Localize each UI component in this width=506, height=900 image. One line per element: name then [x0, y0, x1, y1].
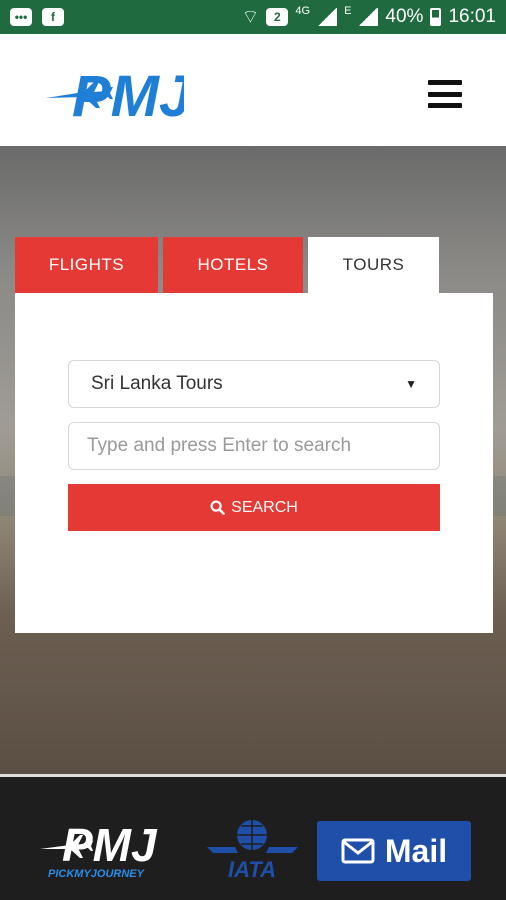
tour-select[interactable]: Sri Lanka Tours ▼ [68, 360, 440, 408]
footer-logo-text: PMJ [62, 819, 158, 871]
mail-button[interactable]: Mail [317, 821, 471, 881]
signal-icon-2 [358, 8, 379, 26]
battery-percent: 40% [385, 6, 424, 27]
menu-bar-icon [428, 91, 462, 97]
tour-select-value: Sri Lanka Tours [91, 373, 223, 394]
signal-icon [317, 8, 338, 26]
footer-pmj-logo: PMJ PICKMYJOURNEY [40, 819, 158, 880]
wifi-icon: ⌔ [241, 7, 260, 28]
site-header: PMJ [0, 34, 506, 146]
network-type-2: E [344, 5, 352, 17]
footer: PMJ PICKMYJOURNEY IATA Mail [0, 774, 506, 900]
tab-flights[interactable]: FLIGHTS [15, 237, 158, 293]
search-button-label: SEARCH [231, 498, 298, 516]
message-icon: ••• [10, 8, 32, 26]
search-input[interactable] [68, 422, 440, 470]
search-button[interactable]: SEARCH [68, 484, 440, 531]
status-bar: ••• f ⌔ 2 4G E 40% 16:01 [0, 0, 506, 34]
footer-tagline: PICKMYJOURNEY [48, 868, 146, 880]
iata-logo: IATA [207, 820, 298, 882]
pmj-logo[interactable]: PMJ [44, 58, 184, 128]
sim-badge: 2 [266, 8, 289, 26]
battery-icon [430, 8, 442, 26]
mail-icon [341, 838, 375, 864]
menu-bar-icon [428, 80, 462, 85]
search-icon [210, 500, 225, 515]
dropdown-caret-icon: ▼ [405, 377, 417, 391]
menu-bar-icon [428, 103, 462, 108]
tab-hotels[interactable]: HOTELS [163, 237, 303, 293]
clock: 16:01 [448, 6, 496, 27]
tab-tours[interactable]: TOURS [308, 237, 439, 293]
facebook-icon: f [42, 8, 64, 26]
logo-text: PMJ [72, 64, 184, 128]
mail-button-label: Mail [384, 832, 448, 869]
menu-button[interactable] [428, 80, 462, 108]
iata-text: IATA [228, 857, 276, 882]
network-type: 4G [295, 5, 311, 17]
search-panel: Sri Lanka Tours ▼ SEARCH [15, 293, 493, 633]
